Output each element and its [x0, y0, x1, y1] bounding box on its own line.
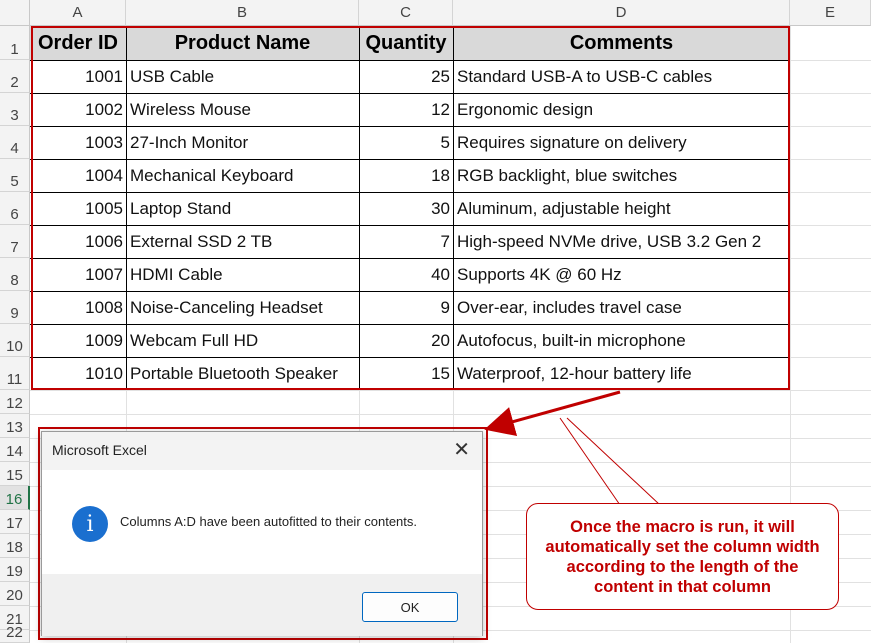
row-header-19[interactable]: 19: [0, 558, 30, 582]
gridline-horizontal: [30, 414, 871, 415]
dialog-title-bar[interactable]: Microsoft Excel ✕: [42, 432, 482, 470]
callout-text: Once the macro is run, it will automatic…: [535, 517, 830, 597]
row-header-20[interactable]: 20: [0, 582, 30, 606]
annotation-callout: Once the macro is run, it will automatic…: [526, 503, 839, 610]
row-header-10[interactable]: 10: [0, 324, 30, 357]
row-header-12[interactable]: 12: [0, 390, 30, 414]
row-header-9[interactable]: 9: [0, 291, 30, 324]
row-header-5[interactable]: 5: [0, 159, 30, 192]
column-header-b[interactable]: B: [126, 0, 359, 26]
dialog-footer: OK: [42, 574, 482, 636]
dialog-message: Columns A:D have been autofitted to thei…: [120, 514, 417, 529]
column-header-a[interactable]: A: [30, 0, 126, 26]
row-header-18[interactable]: 18: [0, 534, 30, 558]
row-header-7[interactable]: 7: [0, 225, 30, 258]
ok-button[interactable]: OK: [362, 592, 458, 622]
gridline-horizontal: [30, 390, 871, 391]
row-header-1[interactable]: 1: [0, 26, 30, 60]
row-header-14[interactable]: 14: [0, 438, 30, 462]
info-icon: i: [72, 506, 108, 542]
close-icon[interactable]: ✕: [453, 440, 470, 460]
row-header-4[interactable]: 4: [0, 126, 30, 159]
column-header-d[interactable]: D: [453, 0, 790, 26]
row-header-8[interactable]: 8: [0, 258, 30, 291]
row-header-22[interactable]: 22: [0, 630, 30, 643]
row-header-6[interactable]: 6: [0, 192, 30, 225]
message-box-dialog: Microsoft Excel ✕ i Columns A:D have bee…: [41, 431, 483, 636]
dialog-body: i Columns A:D have been autofitted to th…: [42, 470, 482, 574]
table-highlight-box: [31, 26, 790, 390]
column-header-e[interactable]: E: [790, 0, 871, 26]
column-header-c[interactable]: C: [359, 0, 453, 26]
row-header-11[interactable]: 11: [0, 357, 30, 390]
dialog-title: Microsoft Excel: [52, 442, 147, 458]
select-all-corner[interactable]: [0, 0, 30, 26]
row-header-2[interactable]: 2: [0, 60, 30, 93]
row-header-3[interactable]: 3: [0, 93, 30, 126]
row-header-15[interactable]: 15: [0, 462, 30, 486]
row-header-16[interactable]: 16: [0, 486, 30, 510]
row-header-13[interactable]: 13: [0, 414, 30, 438]
row-header-17[interactable]: 17: [0, 510, 30, 534]
